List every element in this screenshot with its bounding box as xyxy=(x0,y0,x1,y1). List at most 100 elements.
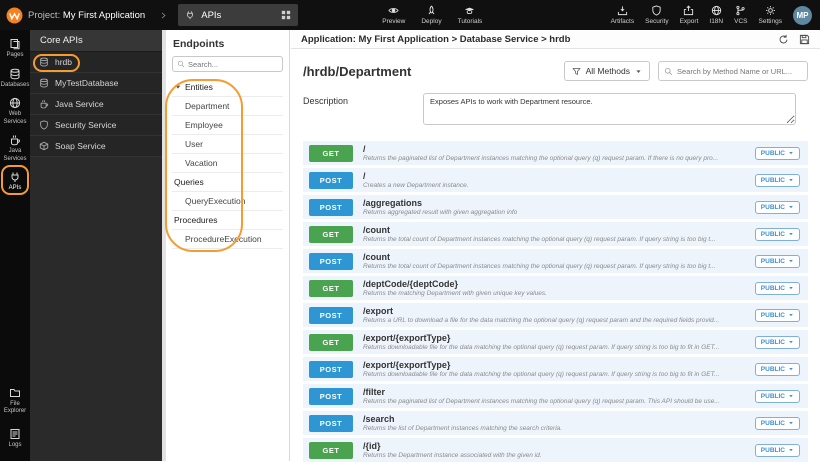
endpoint-row[interactable]: GET /{id} Returns the Department instanc… xyxy=(303,438,808,462)
endpoint-row[interactable]: POST /export Returns a URL to download a… xyxy=(303,303,808,327)
endpoint-path: /aggregations xyxy=(363,197,423,208)
endpoint-row[interactable]: POST /aggregations Returns aggregated re… xyxy=(303,195,808,219)
endpoint-row[interactable]: GET /deptCode/{deptCode} Returns the mat… xyxy=(303,276,808,300)
topbar-action[interactable]: Settings xyxy=(759,5,782,25)
rail-item[interactable]: Databases xyxy=(0,68,30,90)
topbar-action[interactable]: I18N xyxy=(709,5,723,25)
methods-filter-dropdown[interactable]: All Methods xyxy=(563,61,650,81)
endpoint-description: Returns downloadable file for the data m… xyxy=(363,370,720,378)
service-item[interactable]: MyTestDatabase xyxy=(30,73,162,94)
rail-item[interactable]: APIs xyxy=(0,171,30,193)
caret-down-icon xyxy=(788,258,794,264)
access-label: PUBLIC xyxy=(760,392,785,400)
chevron-right-icon[interactable] xyxy=(159,11,168,20)
rail-item[interactable]: File Explorer xyxy=(0,387,30,416)
page-title: /hrdb/Department xyxy=(303,63,412,79)
workspace-selector[interactable]: APIs xyxy=(178,4,299,26)
endpoint-row[interactable]: POST /count Returns the total count of D… xyxy=(303,249,808,273)
topbar-action[interactable]: Deploy xyxy=(421,5,442,25)
endpoint-texts: /deptCode/{deptCode} Returns the matchin… xyxy=(363,279,747,298)
action-label: I18N xyxy=(709,18,724,25)
caret-down-icon xyxy=(788,312,794,318)
tree-row[interactable]: Queries xyxy=(172,173,283,192)
endpoint-path: /export xyxy=(363,305,394,316)
endpoint-texts: /{id} Returns the Department instance as… xyxy=(363,441,747,460)
caret-down-icon xyxy=(788,420,794,426)
access-dropdown[interactable]: PUBLIC xyxy=(754,335,800,349)
api-icon xyxy=(185,10,195,20)
left-rail: Pages Databases Web Services Java Servic… xyxy=(0,30,30,461)
caret-down-icon xyxy=(174,83,182,91)
endpoint-row[interactable]: POST / Creates a new Department instance… xyxy=(303,168,808,192)
endpoint-row[interactable]: GET / Returns the paginated list of Depa… xyxy=(303,141,808,165)
access-dropdown[interactable]: PUBLIC xyxy=(754,416,800,430)
rail-item-icon xyxy=(9,68,21,80)
endpoint-row[interactable]: POST /filter Returns the paginated list … xyxy=(303,384,808,408)
service-label: Soap Service xyxy=(55,141,106,151)
rail-item-icon xyxy=(9,97,21,109)
topbar-action[interactable]: Security xyxy=(645,5,669,25)
caret-down-icon xyxy=(788,204,794,210)
save-icon[interactable] xyxy=(799,34,810,45)
access-dropdown[interactable]: PUBLIC xyxy=(754,389,800,403)
access-dropdown[interactable]: PUBLIC xyxy=(754,227,800,241)
action-label: Deploy xyxy=(421,18,442,25)
method-badge: POST xyxy=(309,198,353,216)
service-item[interactable]: Security Service xyxy=(30,115,162,136)
access-dropdown[interactable]: PUBLIC xyxy=(754,443,800,457)
rail-item-label: Web Services xyxy=(3,111,27,125)
description-textarea[interactable]: Exposes APIs to work with Department res… xyxy=(423,93,796,125)
rail-item[interactable]: Web Services xyxy=(0,97,30,126)
grid-icon[interactable] xyxy=(281,10,291,20)
method-search[interactable] xyxy=(658,61,808,81)
endpoint-texts: /export/{exportType} Returns downloadabl… xyxy=(363,333,747,352)
method-search-input[interactable] xyxy=(677,66,802,76)
topbar-action[interactable]: VCS xyxy=(734,5,748,25)
endpoint-row[interactable]: POST /export/{exportType} Returns downlo… xyxy=(303,357,808,381)
rail-bottom-group: File Explorer Logs xyxy=(0,387,30,450)
access-dropdown[interactable]: PUBLIC xyxy=(754,362,800,376)
service-item[interactable]: Soap Service xyxy=(30,136,162,157)
tree-row[interactable]: QueryExecution xyxy=(172,192,283,211)
topbar-action[interactable]: Export xyxy=(680,5,698,25)
topbar-action[interactable]: Preview xyxy=(382,5,405,25)
access-dropdown[interactable]: PUBLIC xyxy=(754,173,800,187)
endpoint-row[interactable]: GET /count Returns the total count of De… xyxy=(303,222,808,246)
tree-row[interactable]: Entities xyxy=(172,78,283,97)
endpoint-description: Returns the total count of Department in… xyxy=(363,235,716,243)
access-dropdown[interactable]: PUBLIC xyxy=(754,308,800,322)
endpoints-search[interactable] xyxy=(172,56,283,72)
tree-row[interactable]: Vacation xyxy=(172,154,283,173)
endpoint-row[interactable]: POST /search Returns the list of Departm… xyxy=(303,411,808,435)
rail-item[interactable]: Pages xyxy=(0,38,30,60)
endpoint-texts: /filter Returns the paginated list of De… xyxy=(363,387,747,406)
tree-row[interactable]: Employee xyxy=(172,116,283,135)
topbar-action[interactable]: Artifacts xyxy=(611,5,634,25)
endpoint-row[interactable]: GET /export/{exportType} Returns downloa… xyxy=(303,330,808,354)
topbar-action[interactable]: Tutorials xyxy=(458,5,482,25)
service-item[interactable]: Java Service xyxy=(30,94,162,115)
tree-row[interactable]: User xyxy=(172,135,283,154)
rail-item[interactable]: Java Services xyxy=(0,134,30,163)
access-dropdown[interactable]: PUBLIC xyxy=(754,281,800,295)
action-icon xyxy=(651,5,662,16)
tree-row[interactable]: Department xyxy=(172,97,283,116)
tree-row[interactable]: ProcedureExecution xyxy=(172,230,283,249)
endpoint-description: Returns the total count of Department in… xyxy=(363,262,716,270)
app-logo[interactable] xyxy=(0,7,28,24)
rail-item[interactable]: Logs xyxy=(0,428,30,450)
tree-row[interactable]: Procedures xyxy=(172,211,283,230)
logo-icon xyxy=(6,7,23,24)
endpoints-search-input[interactable] xyxy=(188,59,278,69)
description-label: Description xyxy=(303,96,349,106)
caret-down-icon xyxy=(788,339,794,345)
user-avatar[interactable]: MP xyxy=(793,5,812,25)
access-dropdown[interactable]: PUBLIC xyxy=(754,254,800,268)
access-dropdown[interactable]: PUBLIC xyxy=(754,146,800,160)
endpoint-description: Returns the paginated list of Department… xyxy=(363,154,719,162)
access-dropdown[interactable]: PUBLIC xyxy=(754,200,800,214)
refresh-icon[interactable] xyxy=(778,34,789,45)
funnel-icon xyxy=(571,67,581,76)
endpoint-path: /search xyxy=(363,413,395,424)
service-item[interactable]: hrdb xyxy=(30,52,162,73)
